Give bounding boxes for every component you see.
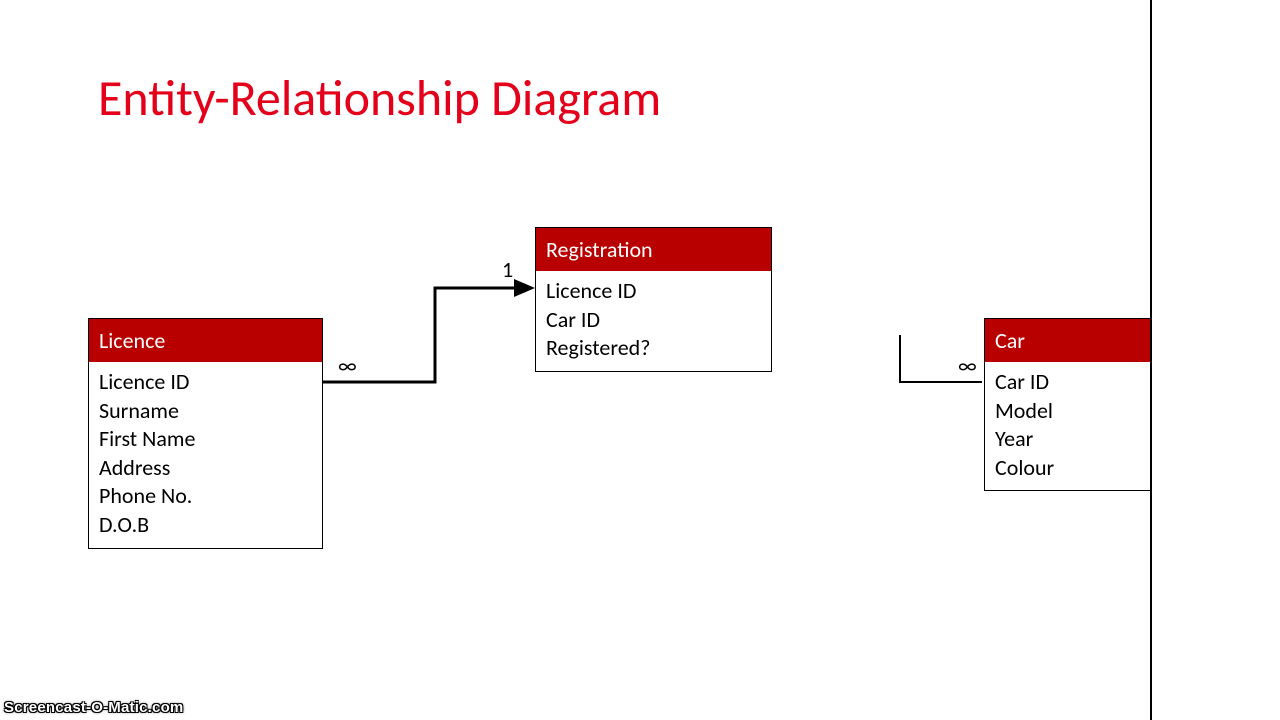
entity-licence: Licence Licence ID Surname First Name Ad… (88, 318, 323, 549)
entity-field: Licence ID (99, 368, 312, 397)
entity-field: Phone No. (99, 482, 312, 511)
entity-field: Licence ID (546, 277, 761, 306)
entity-registration-body: Licence ID Car ID Registered? (536, 271, 771, 371)
cardinality-car: ∞ (958, 352, 977, 379)
entity-licence-body: Licence ID Surname First Name Address Ph… (89, 362, 322, 548)
entity-field: Car ID (546, 306, 761, 335)
entity-field: Surname (99, 397, 312, 426)
entity-registration: Registration Licence ID Car ID Registere… (535, 227, 772, 372)
entity-registration-header: Registration (536, 228, 771, 271)
page-title: Entity-Relationship Diagram (98, 68, 661, 129)
entity-field: Registered? (546, 334, 761, 363)
slide-canvas: Entity-Relationship Diagram Licence Lice… (0, 0, 1150, 720)
cardinality-licence: ∞ (338, 352, 357, 379)
watermark: Screencast-O-Matic.com (4, 699, 183, 716)
entity-licence-header: Licence (89, 319, 322, 362)
entity-field: Address (99, 454, 312, 483)
entity-field: First Name (99, 425, 312, 454)
entity-field: D.O.B (99, 511, 312, 540)
cardinality-registration: 1 (502, 256, 513, 283)
right-margin (1152, 0, 1280, 720)
